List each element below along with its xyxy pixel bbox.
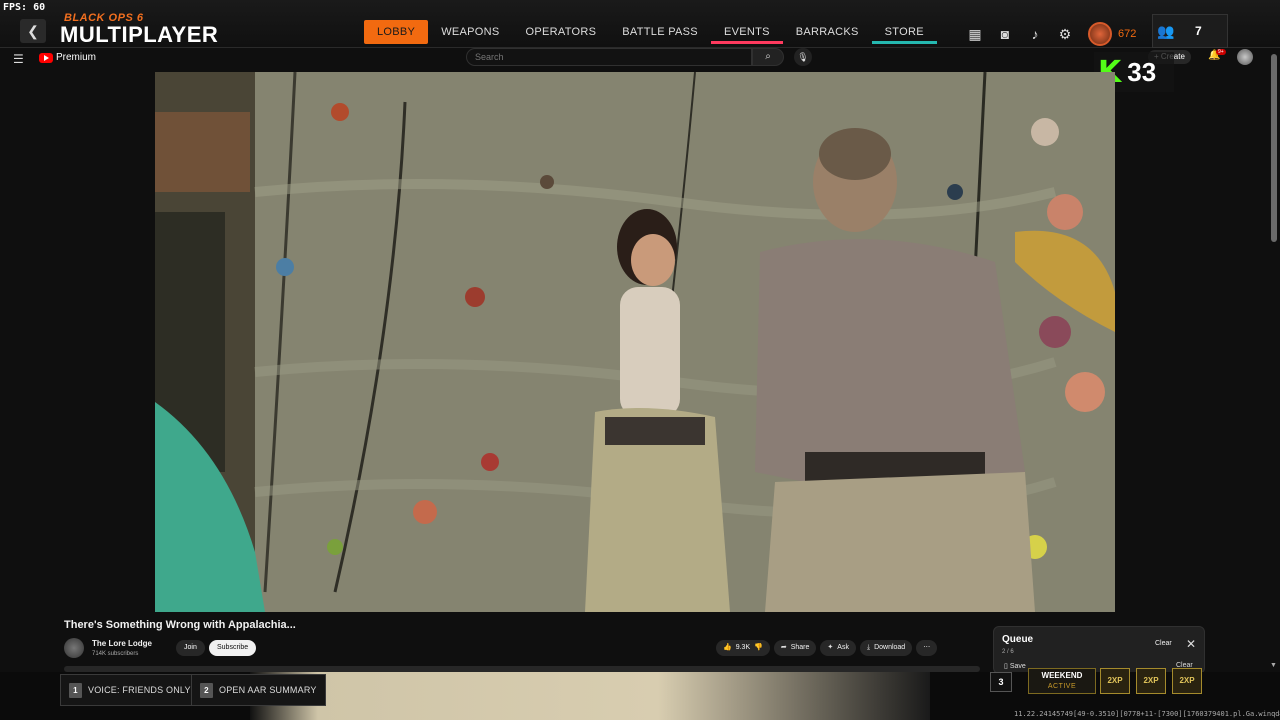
party-icon: 👥 [1157, 22, 1175, 39]
queue-save-label: Save [1009, 663, 1026, 670]
game-bottom-hud: 1 VOICE: FRIENDS ONLY 2 OPEN AAR SUMMARY… [0, 668, 1280, 720]
search-icon: ⌕ [765, 51, 771, 62]
party-count: 7 [1195, 24, 1202, 38]
key-hint-3[interactable]: 3 [990, 672, 1012, 692]
channel-avatar[interactable] [64, 638, 84, 658]
tab-lobby[interactable]: LOBBY [364, 20, 429, 44]
youtube-brand: Premium [56, 52, 97, 63]
subscribe-button[interactable]: Subscribe [209, 640, 257, 656]
cod-points-value: 672 [1118, 28, 1137, 40]
mic-icon: 🎙 [797, 52, 809, 62]
youtube-top-bar: ☰ Premium ⌕ 🎙 + Create 🔔 9+ [0, 48, 1280, 68]
build-string: 11.22.24145749[49-0.3510][0778+11-[7300]… [1014, 710, 1280, 718]
open-aar-label: OPEN AAR SUMMARY [219, 685, 317, 695]
ask-button[interactable]: ✦ Ask [820, 640, 856, 656]
page-scrollbar[interactable] [1271, 54, 1277, 242]
game-nav: LOBBY WEAPONS OPERATORS BATTLE PASS EVEN… [364, 20, 937, 44]
party-button[interactable]: 👥 7 [1152, 14, 1228, 48]
tab-weapons[interactable]: WEAPONS [428, 20, 512, 44]
voice-chat-label: VOICE: FRIENDS ONLY [88, 685, 191, 695]
share-label: Share [790, 644, 810, 651]
cod-points-icon [1088, 22, 1112, 46]
weekend-status: ACTIVE [1047, 683, 1077, 690]
video-player[interactable] [155, 72, 1115, 612]
double-bp-xp-token: 2XP [1172, 668, 1202, 694]
more-actions-button[interactable]: ⋯ [916, 640, 938, 656]
menu-icon[interactable]: ☰ [13, 52, 24, 66]
queue-save-button[interactable]: ▯ Save [1004, 662, 1026, 670]
search-input[interactable] [466, 48, 752, 66]
queue-count: 2 / 6 [1002, 649, 1014, 655]
youtube-play-icon [39, 52, 53, 63]
download-button[interactable]: ⤓ Download [859, 640, 913, 656]
ask-label: Ask [837, 644, 849, 651]
chevron-down-icon[interactable]: ▼ [1270, 662, 1277, 669]
back-button[interactable]: ❮ [20, 19, 46, 43]
search-button[interactable]: ⌕ [752, 48, 784, 66]
more-icon: ⋯ [923, 644, 931, 651]
tab-events[interactable]: EVENTS [710, 20, 783, 44]
notification-badge: 9+ [1216, 49, 1226, 55]
tab-barracks[interactable]: BARRACKS [783, 20, 872, 44]
like-button[interactable]: 👍 9.3K 👎 [716, 640, 770, 656]
operator-artwork [250, 672, 930, 720]
game-toolbar: ▦ ◙ ♪ ⚙ 672 [966, 22, 1136, 46]
game-logo-main: MULTIPLAYER [60, 22, 219, 47]
channel-name[interactable]: The Lore Lodge [92, 639, 152, 648]
fps-counter: FPS: 60 [3, 2, 46, 13]
video-actions: 👍 9.3K 👎 ➦ Share ✦ Ask ⤓ Download ⋯ [716, 640, 938, 656]
queue-panel: Queue 2 / 6 Clear ✕ ▯ Save Clear [993, 626, 1205, 674]
bookmark-icon: ▯ [1004, 663, 1008, 670]
game-top-bar: FPS: 60 ❮ BLACK OPS 6 MULTIPLAYER LOBBY … [0, 0, 1280, 48]
tab-store[interactable]: STORE [871, 20, 937, 44]
download-icon: ⤓ [866, 644, 871, 651]
queue-clear-button[interactable]: Clear [1155, 640, 1172, 647]
video-title: There's Something Wrong with Appalachia.… [64, 619, 296, 631]
channel-subscribers: 714K subscribers [92, 651, 139, 657]
key-hint-1: 1 [69, 682, 82, 698]
avatar[interactable] [1237, 49, 1253, 65]
queue-title: Queue [1002, 634, 1034, 645]
cod-points[interactable]: 672 [1088, 22, 1136, 46]
grid-icon[interactable]: ▦ [966, 25, 984, 43]
thumbs-down-icon[interactable]: 👎 [754, 640, 763, 656]
share-icon: ➦ [780, 644, 787, 651]
gear-icon[interactable]: ⚙ [1056, 25, 1074, 43]
voice-search-button[interactable]: 🎙 [794, 48, 812, 66]
close-icon[interactable]: ✕ [1186, 637, 1196, 651]
bell-icon[interactable]: ♪ [1026, 25, 1044, 43]
join-button[interactable]: Join [176, 640, 205, 656]
thumbs-up-icon: 👍 [723, 644, 732, 651]
tab-battle-pass[interactable]: BATTLE PASS [609, 20, 711, 44]
like-count: 9.3K [735, 644, 751, 651]
youtube-logo[interactable]: Premium [39, 52, 96, 63]
double-weapon-xp-token: 2XP [1136, 668, 1166, 694]
open-aar-button[interactable]: 2 OPEN AAR SUMMARY [191, 674, 326, 706]
tab-operators[interactable]: OPERATORS [513, 20, 610, 44]
download-label: Download [874, 644, 906, 651]
video-frame [155, 72, 1115, 612]
kill-count: 33 [1127, 56, 1157, 87]
weekend-event-badge[interactable]: WEEKEND ACTIVE [1028, 668, 1096, 694]
voice-chat-button[interactable]: 1 VOICE: FRIENDS ONLY [60, 674, 200, 706]
key-hint-2: 2 [200, 682, 213, 698]
weekend-title: WEEKEND [1041, 671, 1083, 680]
double-xp-token: 2XP [1100, 668, 1130, 694]
sparkle-icon: ✦ [827, 644, 834, 651]
camera-icon[interactable]: ◙ [996, 25, 1014, 43]
share-button[interactable]: ➦ Share [773, 640, 817, 656]
